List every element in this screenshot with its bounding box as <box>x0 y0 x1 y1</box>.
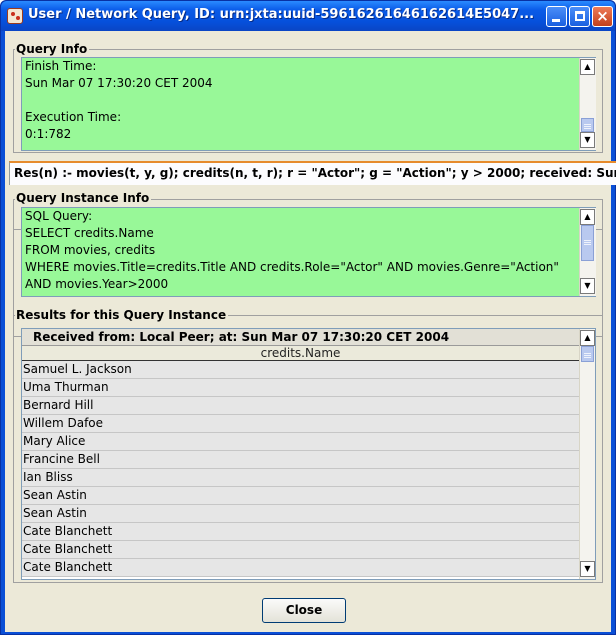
column-header-credits-name[interactable]: credits.Name <box>22 345 579 361</box>
query-info-text[interactable]: Finish Time: Sun Mar 07 17:30:20 CET 200… <box>21 57 596 151</box>
title-bar[interactable]: User / Network Query, ID: urn:jxta:uuid-… <box>1 1 615 31</box>
scroll-thumb[interactable] <box>581 346 594 362</box>
table-row[interactable]: Willem Dafoe <box>22 415 579 433</box>
app-icon <box>7 8 23 24</box>
close-icon: × <box>596 7 609 25</box>
scroll-down-button[interactable]: ▼ <box>580 278 595 294</box>
scroll-thumb[interactable] <box>581 118 594 132</box>
minimize-button[interactable] <box>546 6 567 27</box>
close-window-button[interactable]: × <box>592 6 613 27</box>
table-row[interactable]: Bernard Hill <box>22 397 579 415</box>
scroll-down-button[interactable]: ▼ <box>580 132 595 148</box>
instance-info-line: SQL Query: <box>25 209 93 223</box>
window-title: User / Network Query, ID: urn:jxta:uuid-… <box>28 7 535 22</box>
minimize-icon <box>552 19 560 22</box>
scroll-up-button[interactable]: ▲ <box>580 59 595 75</box>
instance-info-text[interactable]: SQL Query: SELECT credits.Name FROM movi… <box>21 207 596 297</box>
results-caption: Received from: Local Peer; at: Sun Mar 0… <box>22 329 579 345</box>
table-row[interactable]: Cate Blanchett <box>22 541 579 559</box>
scroll-up-button[interactable]: ▲ <box>580 209 595 225</box>
query-window: User / Network Query, ID: urn:jxta:uuid-… <box>0 0 616 635</box>
instance-info-line: WHERE movies.Title=credits.Title AND cre… <box>25 260 559 274</box>
window-client: Query Info Finish Time: Sun Mar 07 17:30… <box>5 31 616 632</box>
query-info-line: Sun Mar 07 17:30:20 CET 2004 <box>25 76 213 90</box>
instance-info-line: FROM movies, credits <box>25 243 156 257</box>
table-row[interactable]: Cate Blanchett <box>22 523 579 541</box>
table-row[interactable]: Samuel L. Jackson <box>22 361 579 379</box>
instance-info-title: Query Instance Info <box>15 191 152 205</box>
table-row[interactable]: Francine Bell <box>22 451 579 469</box>
instance-info-scrollbar[interactable]: ▲ ▼ <box>579 208 596 296</box>
scroll-thumb[interactable] <box>581 225 594 261</box>
table-row[interactable]: Ian Bliss <box>22 469 579 487</box>
table-row[interactable]: Mary Alice <box>22 433 579 451</box>
table-row[interactable]: Cate Blanchett <box>22 559 579 577</box>
table-row[interactable]: Uma Thurman <box>22 379 579 397</box>
results-scrollbar[interactable]: ▲ ▼ <box>579 329 595 579</box>
query-info-line: Execution Time: <box>25 110 122 124</box>
query-info-line <box>22 92 595 109</box>
result-tabs: Res(n) :- movies(t, y, g); credits(n, t,… <box>5 155 616 185</box>
results-table: Received from: Local Peer; at: Sun Mar 0… <box>21 328 596 580</box>
table-row[interactable]: Sean Astin <box>22 505 579 523</box>
instance-info-line: AND movies.Year>2000 <box>25 277 169 291</box>
results-title: Results for this Query Instance <box>15 308 229 322</box>
scroll-up-button[interactable]: ▲ <box>580 330 595 346</box>
maximize-button[interactable] <box>569 6 590 27</box>
scroll-down-button[interactable]: ▼ <box>580 561 595 577</box>
query-info-scrollbar[interactable]: ▲ ▼ <box>579 58 596 150</box>
query-info-line: Finish Time: <box>25 59 97 73</box>
query-info-title: Query Info <box>15 42 90 56</box>
results-rows: Samuel L. Jackson Uma Thurman Bernard Hi… <box>22 361 579 577</box>
close-button[interactable]: Close <box>262 598 346 623</box>
maximize-icon <box>575 11 585 21</box>
table-row[interactable]: Sean Astin <box>22 487 579 505</box>
query-info-line: 0:1:782 <box>25 127 72 141</box>
tab-query-result[interactable]: Res(n) :- movies(t, y, g); credits(n, t,… <box>9 161 616 185</box>
instance-info-line: SELECT credits.Name <box>25 226 154 240</box>
